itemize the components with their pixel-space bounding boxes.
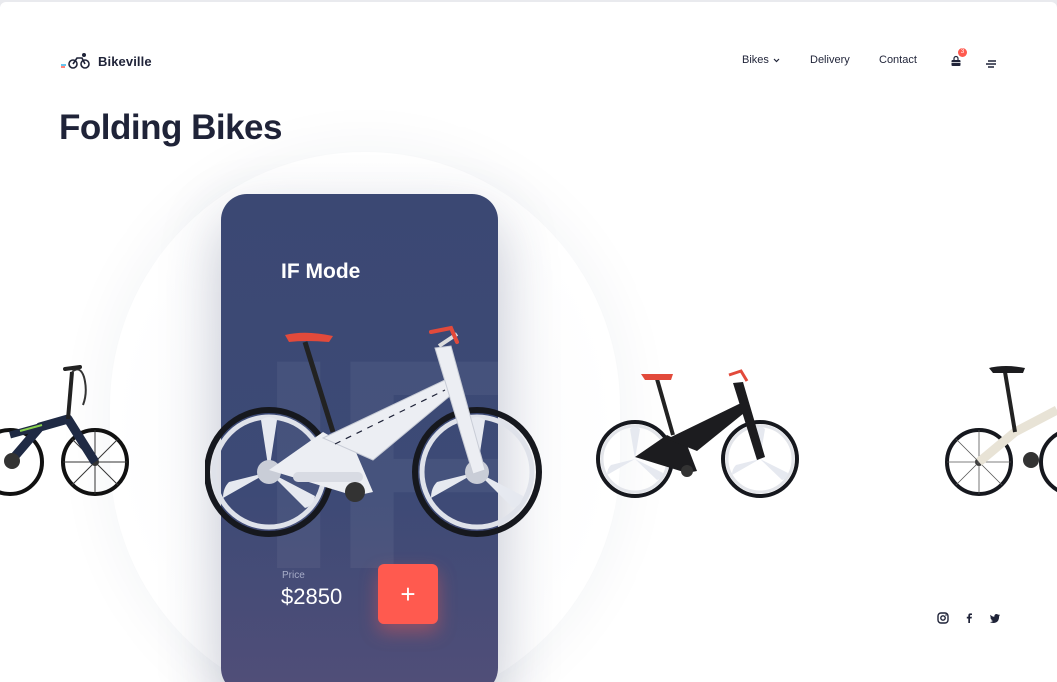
cart-button[interactable]: 3: [950, 48, 967, 68]
price-value: $2850: [281, 584, 343, 609]
black-if-mode-bike[interactable]: [595, 367, 800, 502]
white-if-mode-bike[interactable]: [205, 320, 545, 542]
dark-blue-folding-bike[interactable]: [0, 357, 132, 502]
twitter-icon[interactable]: [989, 612, 1001, 624]
top-nav: Bikes Delivery Contact 3: [0, 48, 1057, 74]
cart-count-badge: 3: [958, 48, 967, 57]
nav-bikes-dropdown[interactable]: Bikes: [742, 54, 780, 66]
menu-button[interactable]: [986, 56, 998, 68]
chevron-down-icon: [773, 58, 780, 62]
price-label: Price: [282, 570, 305, 581]
cream-folding-bike[interactable]: [945, 362, 1057, 502]
nav-delivery-link[interactable]: Delivery: [810, 54, 850, 66]
social-links: [937, 612, 1001, 624]
nav-bikes-label: Bikes: [742, 54, 769, 66]
facebook-icon[interactable]: [963, 612, 975, 624]
app-window: Bikeville Bikes Delivery Contact 3 Foldi…: [0, 2, 1057, 682]
page-title: Folding Bikes: [59, 108, 282, 147]
add-to-cart-button[interactable]: +: [378, 564, 438, 624]
instagram-icon[interactable]: [937, 612, 949, 624]
nav-contact-link[interactable]: Contact: [879, 54, 917, 66]
hamburger-menu-icon: [986, 60, 996, 68]
product-title: IF Mode: [281, 260, 361, 283]
